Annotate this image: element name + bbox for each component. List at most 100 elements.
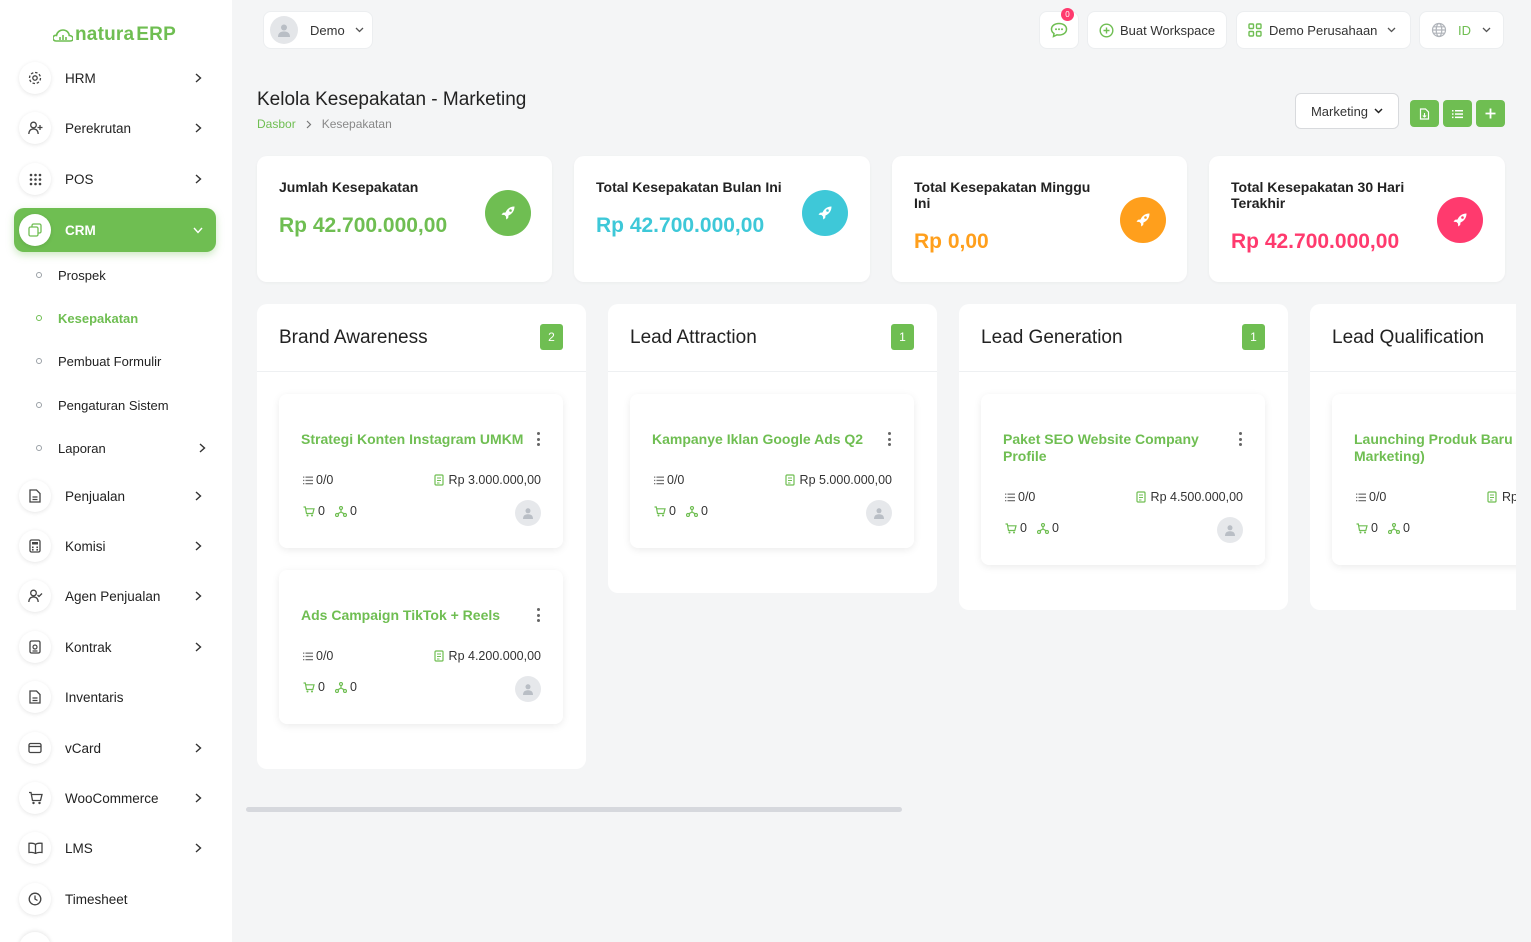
add-deal-button[interactable] — [1476, 100, 1505, 127]
list-icon — [303, 476, 313, 484]
chevron-right-icon — [188, 174, 208, 184]
kanban-board: Brand Awareness 2 Strategi Konten Instag… — [246, 296, 1516, 796]
bullet-icon — [36, 358, 42, 364]
grid-dots-icon — [19, 163, 51, 195]
list-icon — [1356, 493, 1366, 501]
sidebar-item-label: Timesheet — [65, 891, 128, 907]
assignee-avatar-icon[interactable] — [515, 676, 541, 702]
column-count-badge: 1 — [891, 324, 914, 350]
deal-price-value: Rp 3.000.000,00 — [448, 473, 541, 487]
deal-title[interactable]: Launching Produk Baru Marketing) — [1354, 431, 1516, 465]
deal-price-value: Rp 5.000.000,00 — [799, 473, 892, 487]
chevron-right-icon — [188, 491, 208, 501]
deal-title[interactable]: Ads Campaign TikTok + Reels — [301, 607, 537, 624]
company-switcher-button[interactable]: Demo Perusahaan — [1236, 11, 1411, 49]
hrm-icon — [19, 62, 51, 94]
chat-notification-button[interactable]: 0 — [1039, 8, 1079, 49]
deal-sources: 0 — [334, 680, 357, 694]
book-icon — [19, 832, 51, 864]
network-icon — [334, 681, 347, 693]
sidebar-item-kontrak[interactable]: Kontrak — [14, 625, 216, 669]
pipeline-select[interactable]: Marketing — [1295, 93, 1399, 129]
logo-text-prefix: natura — [75, 24, 135, 45]
deal-sources-value: 0 — [700, 504, 708, 518]
deal-title[interactable]: Kampanye Iklan Google Ads Q2 — [652, 431, 888, 448]
sidebar-item-hrm[interactable]: HRM — [14, 56, 216, 100]
rocket-icon — [802, 190, 848, 236]
breadcrumb-home-link[interactable]: Dasbor — [257, 117, 296, 131]
deal-card[interactable]: Launching Produk Baru Marketing) 0/0 Rp … — [1332, 394, 1516, 565]
sidebar-item-perekrutan[interactable]: Perekrutan — [14, 106, 216, 150]
deal-sources: 0 — [685, 504, 708, 518]
document-icon — [19, 480, 51, 512]
chevron-down-icon — [1374, 108, 1383, 114]
kebab-menu-icon[interactable] — [1237, 432, 1243, 446]
sidebar-subitem-label: Laporan — [58, 440, 106, 456]
deal-price: Rp — [1487, 490, 1516, 504]
chevron-right-icon — [188, 541, 208, 551]
kebab-menu-icon[interactable] — [535, 608, 541, 622]
sidebar-subitem-label: Prospek — [58, 267, 106, 283]
sidebar-item-label: WooCommerce — [65, 790, 159, 806]
sidebar-item-lms[interactable]: LMS — [14, 826, 216, 870]
deal-price: Rp 4.500.000,00 — [1135, 490, 1243, 504]
kanban-horizontal-scrollbar[interactable] — [246, 807, 902, 812]
deal-card[interactable]: Ads Campaign TikTok + Reels 0/0 Rp 4.200… — [279, 570, 563, 724]
deal-title[interactable]: Paket SEO Website Company Profile — [1003, 431, 1239, 465]
sidebar-subitem-kesepakatan[interactable]: Kesepakatan — [36, 306, 212, 330]
user-name: Demo — [310, 22, 345, 38]
price-doc-icon — [433, 650, 444, 662]
assignee-avatar-icon[interactable] — [1217, 517, 1243, 543]
list-view-button[interactable] — [1443, 100, 1472, 127]
deal-tasks: 0/0 — [303, 473, 333, 487]
sidebar-subitem-laporan[interactable]: Laporan — [36, 436, 212, 460]
user-menu-button[interactable]: Demo — [263, 11, 373, 49]
column-title: Lead Qualification — [1332, 327, 1485, 348]
chevron-right-icon — [188, 123, 208, 133]
sidebar-subitem-pengaturan-sistem[interactable]: Pengaturan Sistem — [36, 393, 212, 417]
assignee-avatar-icon[interactable] — [866, 500, 892, 526]
language-switcher-button[interactable]: ID — [1419, 11, 1504, 49]
column-header: Lead Generation 1 — [959, 304, 1288, 372]
deal-card[interactable]: Paket SEO Website Company Profile 0/0 Rp… — [981, 394, 1265, 565]
sidebar-item-penjualan[interactable]: Penjualan — [14, 474, 216, 518]
app-logo[interactable]: natura ERP — [53, 24, 176, 46]
sidebar-item-inventaris[interactable]: Inventaris — [14, 675, 216, 719]
deal-products-value: 0 — [1371, 521, 1378, 535]
kanban-column-lead-attraction: Lead Attraction 1 Kampanye Iklan Google … — [608, 304, 937, 593]
sidebar-subitem-label: Pembuat Formulir — [58, 353, 162, 369]
sidebar-item-woocommerce[interactable]: WooCommerce — [14, 776, 216, 820]
kanban-column-lead-generation: Lead Generation 1 Paket SEO Website Comp… — [959, 304, 1288, 610]
deal-price-value: Rp — [1502, 490, 1516, 504]
network-icon — [1036, 522, 1049, 534]
import-button[interactable] — [1410, 100, 1439, 127]
sidebar-subitem-prospek[interactable]: Prospek — [36, 263, 212, 287]
sidebar-item-komisi[interactable]: Komisi — [14, 524, 216, 568]
sidebar-item-timesheet[interactable]: Timesheet — [14, 877, 216, 921]
kebab-menu-icon[interactable] — [886, 432, 892, 446]
credit-card-icon — [19, 732, 51, 764]
cart-icon — [303, 681, 315, 692]
sidebar-item-agen-penjualan[interactable]: Agen Penjualan — [14, 574, 216, 618]
sidebar-item-pos[interactable]: POS — [14, 157, 216, 201]
deal-card[interactable]: Strategi Konten Instagram UMKM 0/0 Rp 3.… — [279, 394, 563, 548]
column-header: Lead Qualification — [1310, 304, 1516, 372]
user-check-icon — [19, 580, 51, 612]
deal-price: Rp 3.000.000,00 — [433, 473, 541, 487]
sidebar-item-label: CRM — [65, 222, 96, 238]
deal-price-value: Rp 4.500.000,00 — [1150, 490, 1243, 504]
create-workspace-button[interactable]: Buat Workspace — [1087, 11, 1227, 49]
deal-title[interactable]: Strategi Konten Instagram UMKM — [301, 431, 537, 448]
column-title: Lead Generation — [981, 327, 1123, 348]
sidebar-item-crm[interactable]: CRM — [14, 208, 216, 252]
column-count-badge: 2 — [540, 324, 563, 350]
deal-sources-value: 0 — [349, 504, 357, 518]
assignee-avatar-icon[interactable] — [515, 500, 541, 526]
deal-card[interactable]: Kampanye Iklan Google Ads Q2 0/0 Rp 5.00… — [630, 394, 914, 548]
sidebar-subitem-pembuat-formulir[interactable]: Pembuat Formulir — [36, 349, 212, 373]
deal-sources-value: 0 — [349, 680, 357, 694]
kebab-menu-icon[interactable] — [535, 432, 541, 446]
sidebar-item-vcard[interactable]: vCard — [14, 726, 216, 770]
company-name: Demo Perusahaan — [1269, 22, 1378, 38]
stat-title: Total Kesepakatan Minggu Ini — [914, 179, 1091, 211]
